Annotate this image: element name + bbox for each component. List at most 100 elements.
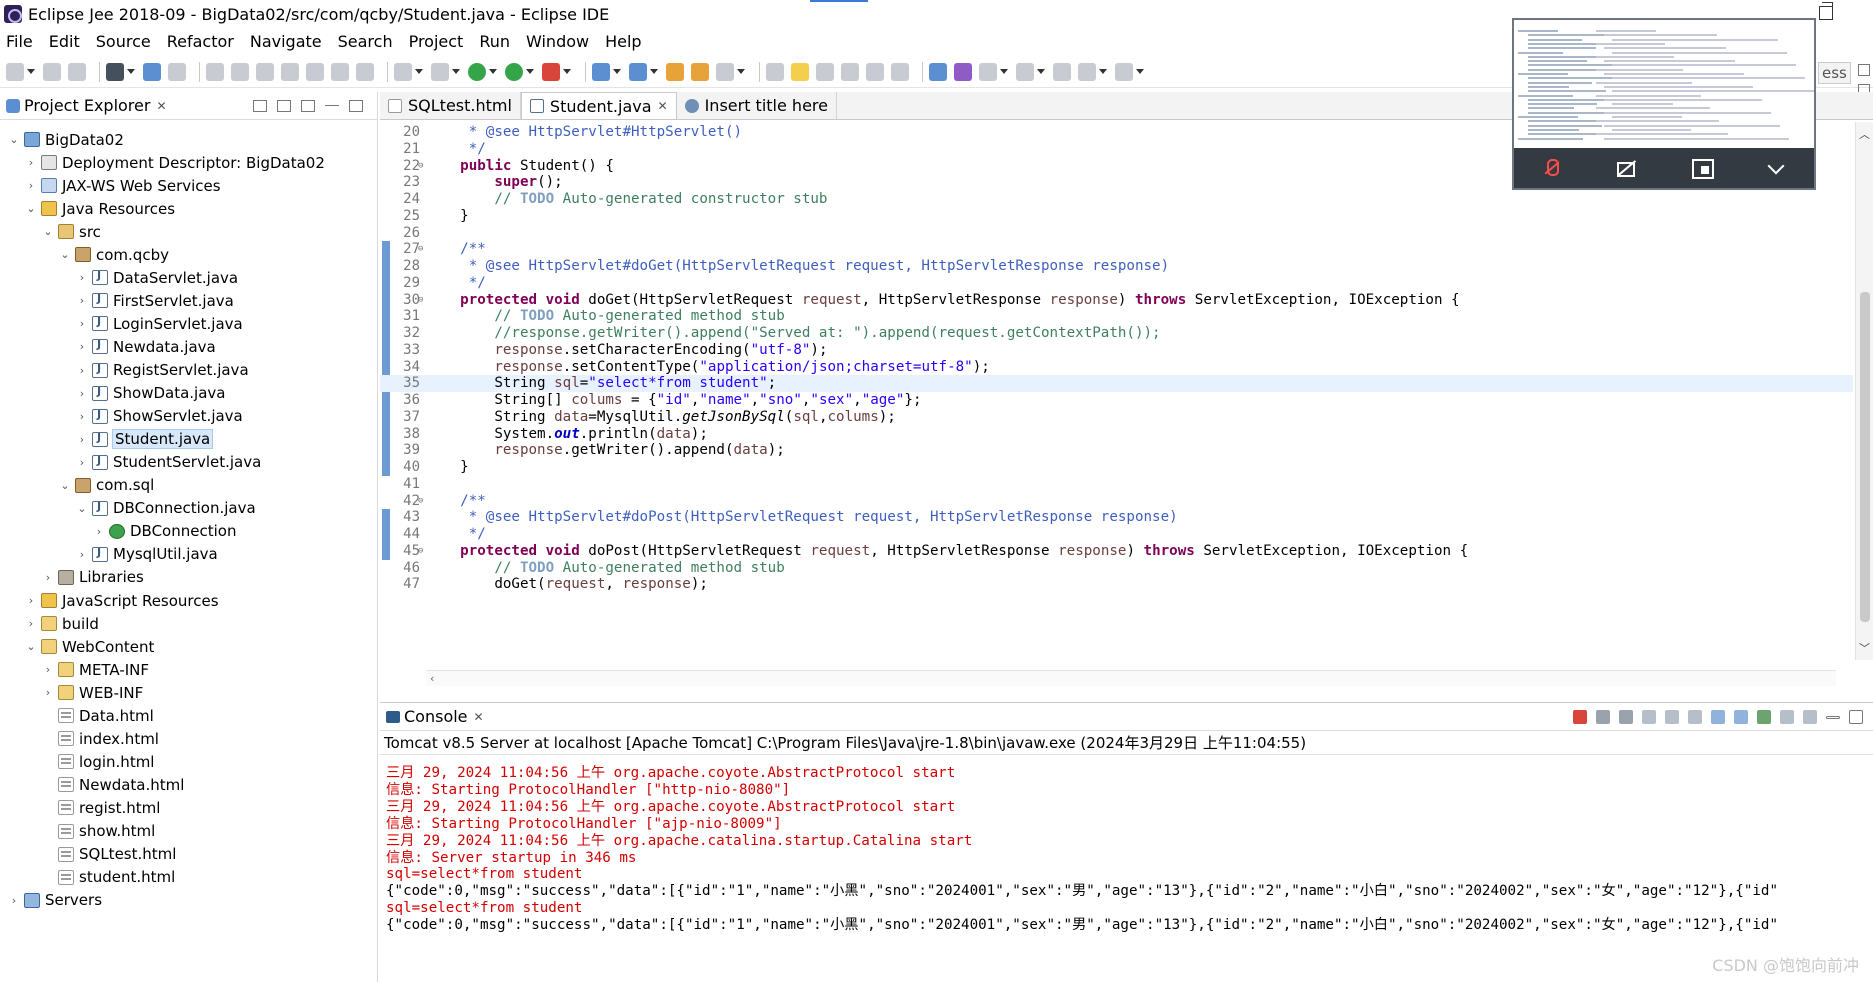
code-line[interactable]: 37 String data=MysqlUtil.getJsonBySql(sq…	[380, 409, 1853, 426]
link-editor-icon[interactable]	[277, 99, 291, 112]
chevron-right-icon[interactable]: ›	[76, 271, 88, 284]
tree-item[interactable]: › MysqlUtil.java	[76, 543, 218, 566]
code-line[interactable]: 25 }	[380, 208, 1853, 225]
run-icon[interactable]	[468, 62, 486, 81]
scroll-left-icon[interactable]: ‹	[430, 672, 434, 685]
close-icon[interactable]: ✕	[474, 710, 484, 724]
chevron-right-icon[interactable]: ›	[76, 364, 88, 377]
menu-window[interactable]: Window	[526, 32, 589, 51]
tree-item[interactable]: › RegistServlet.java	[76, 359, 249, 382]
code-line[interactable]: 30 ⊖ protected void doGet(HttpServletRequ…	[380, 292, 1853, 309]
tree-item[interactable]: Newdata.html	[42, 773, 184, 796]
show-paragraph-icon[interactable]	[891, 62, 909, 81]
external-tools-dropdown-icon[interactable]	[563, 69, 571, 74]
tree-item[interactable]: › FirstServlet.java	[76, 289, 234, 312]
tree-item[interactable]: › Servers	[8, 889, 102, 912]
debug-icon[interactable]	[106, 62, 124, 81]
code-line[interactable]: 28 * @see HttpServlet#doGet(HttpServletR…	[380, 258, 1853, 275]
tree-item[interactable]: student.html	[42, 866, 175, 889]
maximize-icon[interactable]	[349, 99, 363, 112]
camera-off-icon[interactable]	[1616, 158, 1638, 178]
tree-item[interactable]: ⌄ Java Resources	[25, 197, 175, 220]
chevron-down-icon[interactable]: ⌄	[8, 133, 20, 146]
chevron-down-icon[interactable]: ⌄	[59, 479, 71, 492]
tree-item[interactable]: › ShowServlet.java	[76, 405, 243, 428]
tree-item[interactable]: › ShowData.java	[76, 382, 226, 405]
chevron-right-icon[interactable]: ›	[42, 663, 54, 676]
open-type-icon[interactable]	[666, 62, 684, 81]
chevron-right-icon[interactable]: ›	[42, 686, 54, 699]
tree-item[interactable]: › Newdata.java	[76, 335, 216, 358]
save-icon[interactable]	[43, 62, 61, 81]
chevron-right-icon[interactable]: ›	[93, 525, 105, 538]
chevron-right-icon[interactable]: ›	[25, 617, 37, 630]
suspend-icon[interactable]	[231, 62, 249, 81]
new-web-icon[interactable]	[629, 62, 647, 81]
tree-item[interactable]: › DBConnection	[93, 520, 237, 543]
tree-item[interactable]: › META-INF	[42, 658, 149, 681]
new-server-dropdown-icon[interactable]	[613, 69, 621, 74]
back-dropdown-icon[interactable]	[1099, 69, 1107, 74]
open-perspective-icon[interactable]	[394, 62, 412, 81]
block-selection-icon[interactable]	[816, 62, 834, 81]
fold-toggle-icon[interactable]: ⊖	[418, 292, 423, 309]
chevron-right-icon[interactable]: ›	[76, 387, 88, 400]
fold-toggle-icon[interactable]: ⊖	[418, 158, 423, 175]
new-server-icon[interactable]	[592, 62, 610, 81]
menu-navigate[interactable]: Navigate	[250, 32, 322, 51]
forward-icon[interactable]	[1115, 62, 1133, 81]
tree-item[interactable]: SQLtest.html	[42, 843, 176, 866]
code-line[interactable]: 46 // TODO Auto-generated method stub	[380, 560, 1853, 577]
tree-item[interactable]: regist.html	[42, 796, 160, 819]
code-line[interactable]: 41	[380, 476, 1853, 493]
tree-item[interactable]: › JavaScript Resources	[25, 589, 219, 612]
code-line[interactable]: 44 */	[380, 526, 1853, 543]
code-line[interactable]: 27 ⊖ /**	[380, 241, 1853, 258]
open-console-icon[interactable]	[1803, 710, 1817, 724]
menu-refactor[interactable]: Refactor	[167, 32, 234, 51]
view-menu-icon[interactable]	[301, 99, 315, 112]
code-line[interactable]: 34 response.setContentType("application/…	[380, 359, 1853, 376]
word-wrap-icon[interactable]	[841, 62, 859, 81]
fold-toggle-icon[interactable]: ⊖	[418, 543, 423, 560]
code-line[interactable]: 38 System.out.println(data);	[380, 426, 1853, 443]
next-annotation-icon[interactable]	[979, 62, 997, 81]
code-line[interactable]: 36 String[] colums = {"id","name","sno",…	[380, 392, 1853, 409]
tree-item[interactable]: › JAX-WS Web Services	[25, 174, 221, 197]
minimized-view-icon[interactable]	[1858, 64, 1870, 76]
code-line[interactable]: 31 // TODO Auto-generated method stub	[380, 308, 1853, 325]
tree-item[interactable]: ⌄ DBConnection.java	[76, 497, 255, 520]
minimize-icon[interactable]	[1826, 715, 1840, 719]
chevron-right-icon[interactable]: ›	[25, 179, 37, 192]
tree-item[interactable]: login.html	[42, 750, 154, 773]
prev-annotation-icon[interactable]	[1016, 62, 1034, 81]
menu-edit[interactable]: Edit	[49, 32, 80, 51]
code-line[interactable]: 29 */	[380, 275, 1853, 292]
restore-window-icon[interactable]	[1819, 2, 1833, 20]
tree-item[interactable]: ⌄ src	[42, 220, 101, 243]
menu-run[interactable]: Run	[479, 32, 510, 51]
code-line[interactable]: 26	[380, 225, 1853, 242]
scroll-up-icon[interactable]: ︿	[1859, 126, 1870, 142]
search-icon[interactable]	[716, 62, 734, 81]
chevron-right-icon[interactable]: ›	[76, 410, 88, 423]
collapse-all-icon[interactable]	[253, 99, 267, 112]
prev-annotation-dropdown-icon[interactable]	[1037, 69, 1045, 74]
terminal-icon[interactable]	[143, 62, 161, 81]
menu-file[interactable]: File	[6, 32, 33, 51]
chevron-down-icon[interactable]: ⌄	[25, 202, 37, 215]
tree-item[interactable]: › StudentServlet.java	[76, 451, 262, 474]
tree-item[interactable]: Data.html	[42, 704, 154, 727]
fold-toggle-icon[interactable]: ⊖	[418, 241, 423, 258]
menu-source[interactable]: Source	[96, 32, 151, 51]
code-line[interactable]: 43 * @see HttpServlet#doPost(HttpServlet…	[380, 509, 1853, 526]
scroll-down-icon[interactable]: ﹀	[1859, 640, 1870, 656]
back-icon[interactable]	[1078, 62, 1096, 81]
show-on-stderr-icon[interactable]	[1734, 710, 1748, 724]
mute-mic-icon[interactable]	[1541, 158, 1563, 178]
vertical-scrollbar[interactable]: ︿ ﹀	[1855, 122, 1873, 660]
forward-dropdown-icon[interactable]	[1136, 69, 1144, 74]
search-dropdown-icon[interactable]	[737, 69, 745, 74]
tree-item[interactable]: › build	[25, 612, 99, 635]
code-line[interactable]: 40 }	[380, 459, 1853, 476]
